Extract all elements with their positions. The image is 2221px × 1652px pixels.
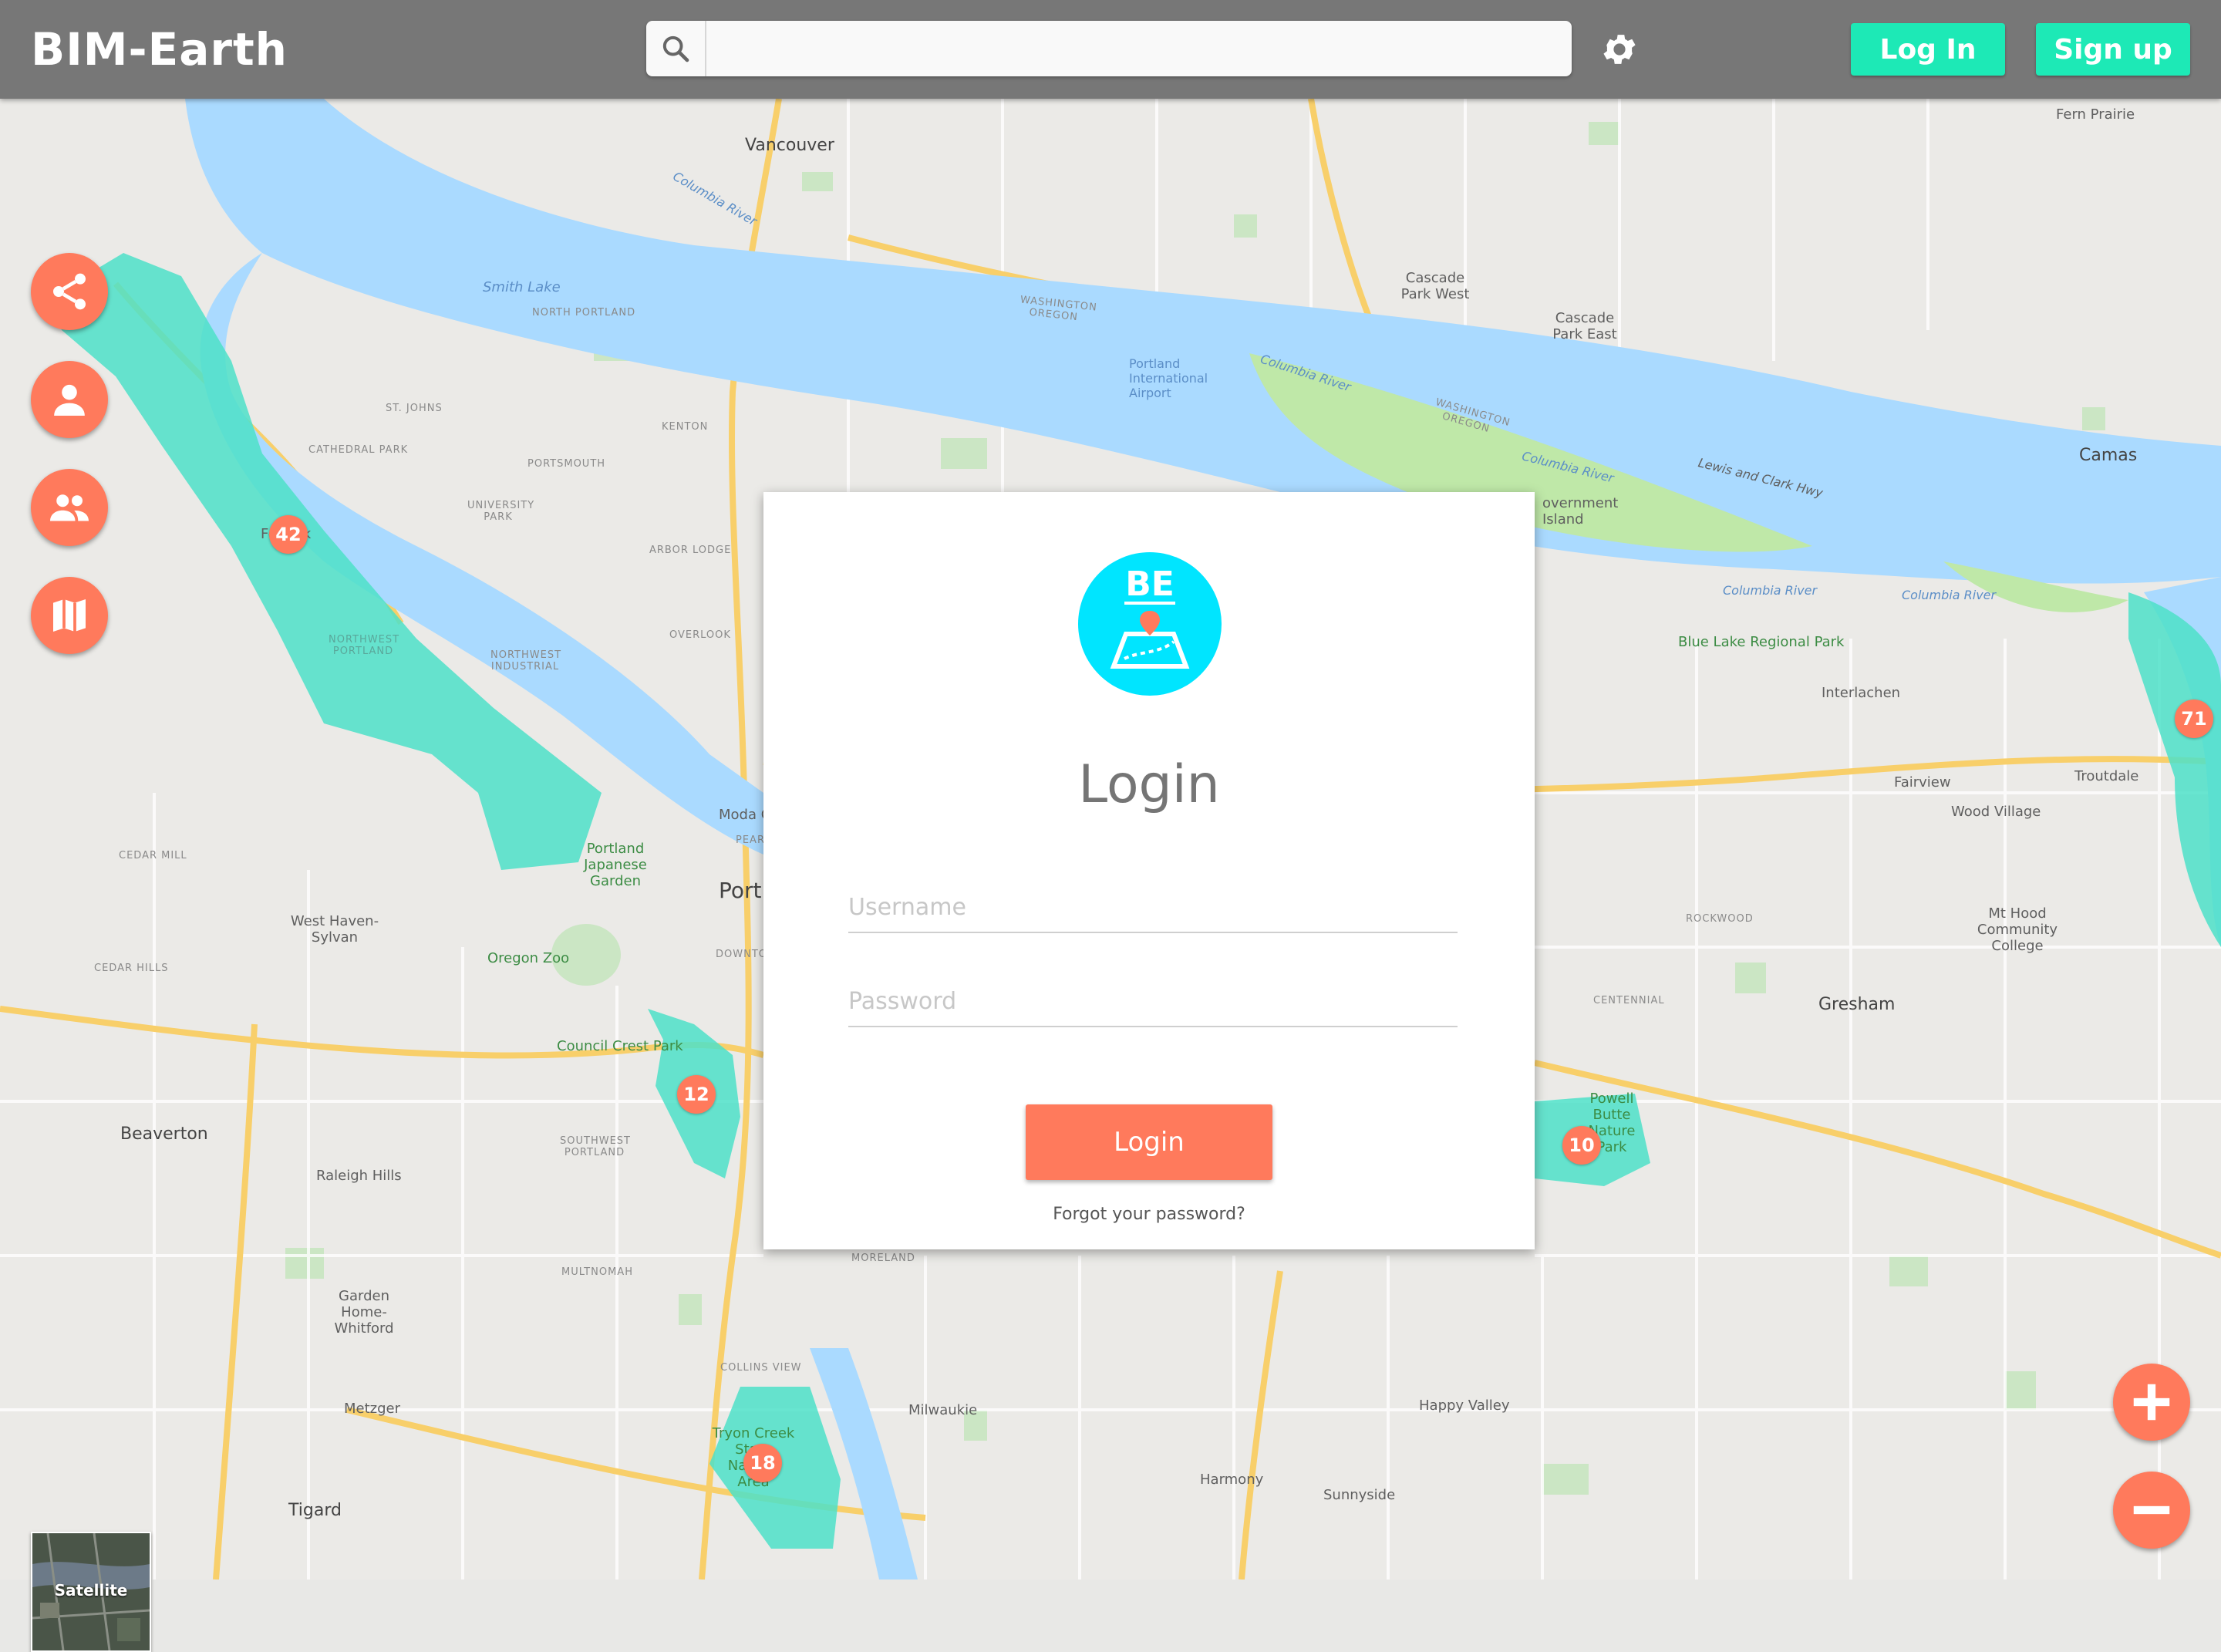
map-label-moreland: MORELAND [851,1252,915,1264]
map-label-arbor-lodge: ARBOR LODGE [649,544,732,556]
map-label-west-haven: West Haven-Sylvan [290,913,379,946]
map-label-fairview: Fairview [1894,774,1951,791]
app-title: BIM-Earth [31,23,288,76]
map-label-columbia-river-4: Columbia River [1723,583,1818,598]
cluster-marker[interactable]: 42 [269,515,308,554]
map-label-north-portland: NORTH PORTLAND [532,307,636,319]
map-label-milwaukie: Milwaukie [908,1402,978,1418]
map-label-portland: Port [719,878,762,903]
map-label-raleigh-hills: Raleigh Hills [316,1168,402,1184]
cluster-marker[interactable]: 18 [743,1444,782,1482]
map-label-university-park: UNIVERSITY PARK [467,500,535,523]
map-label-metzger: Metzger [344,1401,401,1417]
forgot-password-link[interactable]: Forgot your password? [763,1205,1535,1224]
person-icon [54,384,85,416]
map-label-blue-lake: Blue Lake Regional Park [1678,634,1845,650]
map-layers-button[interactable] [31,577,108,654]
search-icon [662,35,689,62]
map-label-cascade-park-west: Cascade Park West [1400,270,1470,302]
zoom-in-button[interactable] [2113,1364,2190,1441]
map-label-cascade-park-east: Cascade Park East [1552,310,1617,342]
map-label-collins-view: COLLINS VIEW [720,1362,802,1374]
map-label-japanese-garden: Portland Japanese Garden [584,841,647,889]
map-label-airport: Portland International Airport [1129,356,1208,400]
password-field-container [848,979,1458,1027]
map-label-downtown: DOWNTO [716,949,767,960]
search-button[interactable] [646,21,706,76]
map-label-overlook: OVERLOOK [669,629,731,641]
map-label-columbia-river-5: Columbia River [1902,588,1997,602]
profile-button[interactable] [31,361,108,438]
map-label-harmony: Harmony [1200,1472,1264,1488]
map-label-multnomah: MULTNOMAH [561,1266,633,1278]
map-label-rockwood: ROCKWOOD [1686,913,1754,925]
map-label-wood-village: Wood Village [1951,804,2041,820]
app-logo: BE [1078,552,1222,696]
map-label-happy-valley: Happy Valley [1419,1397,1510,1414]
map-icon [53,599,86,632]
map-label-government-island: overnment Island [1542,495,1619,528]
map-label-nw-industrial: NORTHWEST INDUSTRIAL [490,649,562,673]
logo-icon: BE [1110,565,1190,669]
satellite-toggle[interactable]: Satellite [31,1532,151,1652]
map-label-st-johns: ST. JOHNS [386,403,443,414]
map-label-beaverton: Beaverton [120,1124,208,1144]
username-field[interactable] [848,885,1458,929]
username-field-container [848,885,1458,933]
share-icon [53,273,86,310]
gear-icon[interactable] [1599,29,1640,69]
map-label-council-crest: Council Crest Park [557,1038,683,1054]
map-label-tigard: Tigard [288,1501,342,1520]
cluster-marker[interactable]: 12 [677,1075,716,1114]
map-label-camas: Camas [2079,446,2138,465]
map-label-troutdale: Troutdale [2074,768,2139,784]
login-card: BE Login Login Forgot your password? [763,492,1535,1249]
cluster-marker[interactable]: 71 [2175,700,2213,738]
plus-icon [2133,1384,2170,1421]
minus-icon [2133,1505,2170,1515]
logo-text: BE [1125,565,1175,604]
map-label-sunnyside: Sunnyside [1323,1487,1396,1503]
map-label-sw-portland: SOUTHWEST PORTLAND [560,1135,631,1158]
map-label-interlachen: Interlachen [1822,685,1901,701]
login-submit-button[interactable]: Login [1026,1104,1272,1180]
signup-button[interactable]: Sign up [2036,23,2190,76]
map-label-mt-hood-cc: Mt Hood Community College [1977,905,2058,954]
groups-button[interactable] [31,469,108,546]
map-label-smith-lake: Smith Lake [483,279,561,295]
top-bar: BIM-Earth Log In Sign up [0,0,2221,99]
password-field[interactable] [848,979,1458,1023]
map-label-oregon-zoo: Oregon Zoo [487,950,570,966]
map-label-kenton: KENTON [662,421,709,433]
cluster-marker[interactable]: 10 [1562,1126,1601,1165]
login-title: Login [1078,754,1220,815]
map-label-cedar-hills: CEDAR HILLS [94,963,169,974]
map-label-cedar-mill: CEDAR MILL [119,850,187,861]
group-icon [50,494,89,521]
map-label-garden-home: Garden Home-Whitford [334,1288,394,1337]
map-label-fern-prairie: Fern Prairie [2056,106,2135,123]
map-label-vancouver: Vancouver [745,136,834,155]
login-button[interactable]: Log In [1851,23,2005,76]
zoom-out-button[interactable] [2113,1472,2190,1549]
search-input[interactable] [708,21,1569,78]
map-label-gresham: Gresham [1818,995,1896,1014]
map-label-centennial: CENTENNIAL [1593,995,1665,1006]
satellite-label: Satellite [54,1581,128,1600]
map-label-portsmouth: PORTSMOUTH [527,458,606,470]
map-label-cathedral-park: CATHEDRAL PARK [308,444,409,456]
share-button[interactable] [31,253,108,330]
search-box [646,21,1572,78]
map-label-northwest-portland: NORTHWEST PORTLAND [329,634,400,657]
